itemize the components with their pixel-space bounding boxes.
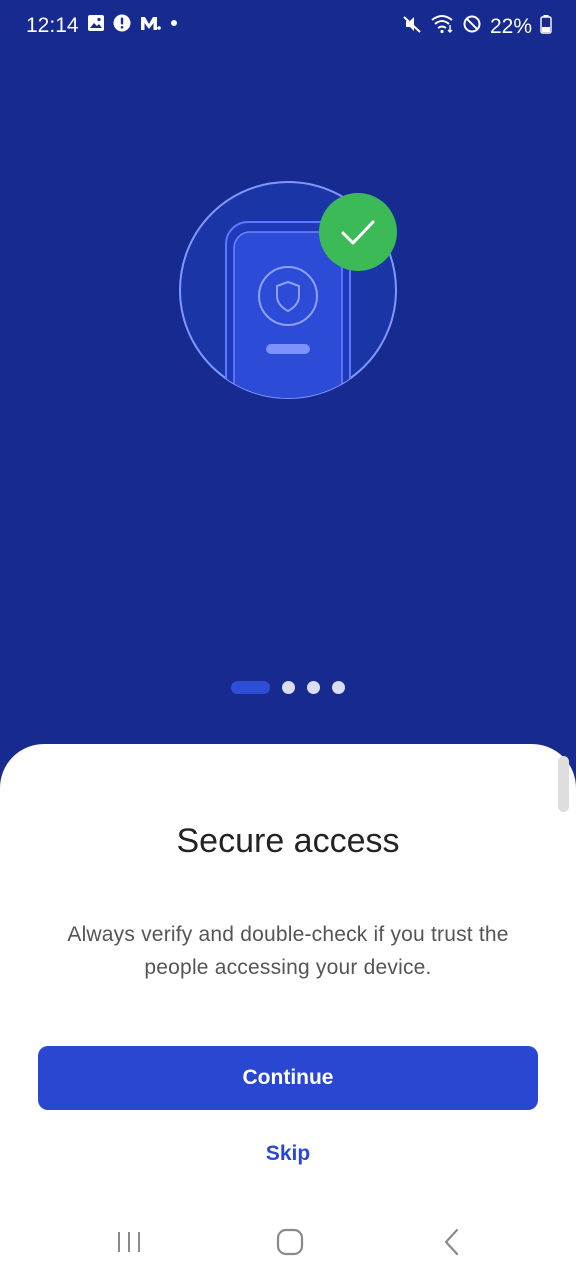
page-dot[interactable]: [307, 680, 320, 694]
mute-icon: [402, 14, 422, 40]
onboarding-illustration-area: [0, 54, 576, 744]
gallery-icon: [87, 14, 105, 38]
description-text: Always verify and double-check if you tr…: [67, 923, 509, 979]
page-dot-active[interactable]: [231, 680, 270, 694]
scrollbar[interactable]: [558, 756, 569, 812]
phone-shield-illustration: [179, 181, 397, 402]
home-button[interactable]: [260, 1222, 320, 1262]
home-icon: [276, 1228, 304, 1256]
system-navigation-bar: [0, 1204, 576, 1280]
page-title: Secure access: [176, 822, 400, 860]
status-bar: 12:14 22%: [0, 0, 576, 54]
recents-button[interactable]: [99, 1222, 159, 1262]
status-time: 12:14: [26, 14, 79, 37]
app-m-icon: [139, 14, 161, 38]
back-button[interactable]: [422, 1222, 482, 1262]
page-indicator: [0, 680, 576, 694]
page-dot[interactable]: [282, 680, 295, 694]
dot-icon: [169, 14, 179, 38]
continue-button[interactable]: Continue: [38, 1046, 538, 1110]
block-icon: [462, 14, 482, 40]
battery-percent: 22%: [489, 15, 532, 38]
battery-icon: [540, 14, 552, 40]
skip-button[interactable]: Skip: [238, 1136, 338, 1172]
recents-icon: [118, 1232, 140, 1252]
bottom-sheet: Secure access Always verify and double-c…: [0, 744, 576, 1280]
page-dot[interactable]: [332, 680, 345, 694]
back-icon: [444, 1228, 459, 1256]
alert-icon: [113, 14, 131, 38]
wifi-icon: [430, 14, 454, 40]
